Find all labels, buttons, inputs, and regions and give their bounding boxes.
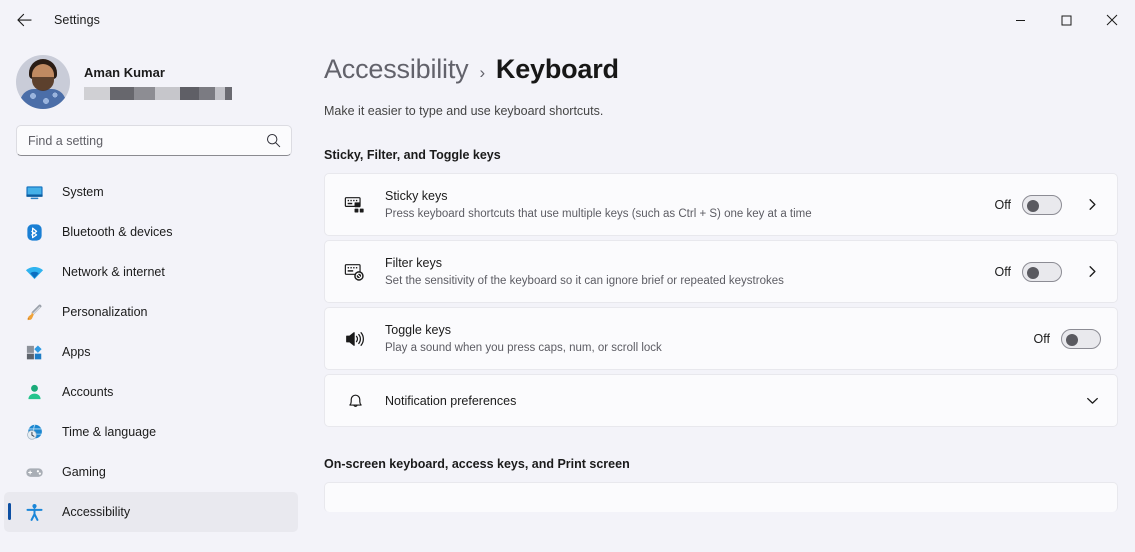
- sidebar-item-label: Time & language: [62, 425, 157, 439]
- back-arrow-icon: [16, 13, 32, 27]
- breadcrumb: Accessibility › Keyboard: [308, 40, 1135, 85]
- apps-icon: [24, 342, 44, 362]
- maximize-button[interactable]: [1043, 0, 1089, 40]
- toggle-state-label: Off: [994, 197, 1011, 212]
- minimize-button[interactable]: [997, 0, 1043, 40]
- setting-card-partial[interactable]: [324, 482, 1118, 512]
- speaker-icon: [339, 323, 371, 355]
- sidebar-item-label: Accounts: [62, 385, 114, 399]
- filter-keys-toggle[interactable]: [1022, 261, 1062, 282]
- chevron-right-icon[interactable]: [1083, 196, 1101, 214]
- sticky-keys-toggle[interactable]: [1022, 194, 1062, 215]
- sidebar-item-label: Accessibility: [62, 505, 131, 519]
- sidebar-item-label: System: [62, 185, 104, 199]
- card-title: Sticky keys: [385, 188, 448, 203]
- settings-window: Settings Aman Kumar Find a setting Syste…: [0, 0, 1135, 552]
- sidebar-item-gaming[interactable]: Gaming: [4, 452, 298, 492]
- user-profile[interactable]: Aman Kumar: [0, 40, 308, 112]
- globe-clock-icon: [24, 422, 44, 442]
- sidebar-item-label: Bluetooth & devices: [62, 225, 173, 239]
- card-title: Notification preferences: [385, 393, 517, 408]
- gamepad-icon: [24, 462, 44, 482]
- search-box[interactable]: [16, 125, 292, 156]
- filter-keys-icon: [339, 256, 371, 288]
- toggle-state-label: Off: [994, 264, 1011, 279]
- card-description: Press keyboard shortcuts that use multip…: [385, 207, 812, 220]
- avatar: [16, 55, 70, 109]
- toggle-keys-toggle[interactable]: [1061, 328, 1101, 349]
- sidebar-item-personalization[interactable]: Personalization: [4, 292, 298, 332]
- setting-card-filter-keys[interactable]: Filter keys Set the sensitivity of the k…: [324, 240, 1118, 303]
- sidebar: Aman Kumar Find a setting System Bluetoo…: [0, 40, 308, 552]
- minimize-icon: [1015, 19, 1025, 21]
- person-icon: [24, 382, 44, 402]
- setting-card-sticky-keys[interactable]: Sticky keys Press keyboard shortcuts tha…: [324, 173, 1118, 236]
- window-controls: [997, 0, 1135, 40]
- window-title: Settings: [54, 13, 100, 27]
- sidebar-nav: System Bluetooth & devices Network & int…: [0, 172, 308, 532]
- sidebar-item-system[interactable]: System: [4, 172, 298, 212]
- sidebar-item-label: Network & internet: [62, 265, 165, 279]
- sidebar-item-label: Gaming: [62, 465, 106, 479]
- settings-card-group: Sticky keys Press keyboard shortcuts tha…: [324, 173, 1118, 427]
- setting-card-notification-preferences[interactable]: Notification preferences: [324, 374, 1118, 427]
- breadcrumb-separator: ›: [479, 63, 485, 82]
- profile-email-redacted: [84, 86, 232, 100]
- card-description: Set the sensitivity of the keyboard so i…: [385, 274, 784, 287]
- search-area: [0, 112, 308, 156]
- bell-icon: [339, 385, 371, 417]
- sidebar-item-bluetooth-devices[interactable]: Bluetooth & devices: [4, 212, 298, 252]
- maximize-icon: [1061, 15, 1071, 25]
- close-button[interactable]: [1089, 0, 1135, 40]
- chevron-right-icon[interactable]: [1083, 263, 1101, 281]
- close-icon: [1106, 14, 1118, 26]
- accessibility-person-icon: [24, 502, 44, 522]
- search-input[interactable]: [17, 133, 291, 148]
- page-subtitle: Make it easier to type and use keyboard …: [324, 104, 604, 118]
- search-icon[interactable]: [266, 133, 281, 148]
- card-title: Toggle keys: [385, 322, 452, 337]
- bluetooth-icon: [24, 222, 44, 242]
- sidebar-item-accessibility[interactable]: Accessibility: [4, 492, 298, 532]
- section-heading-onscreen-keyboard: On-screen keyboard, access keys, and Pri…: [324, 457, 630, 471]
- card-title: Filter keys: [385, 255, 442, 270]
- sidebar-item-accounts[interactable]: Accounts: [4, 372, 298, 412]
- profile-name: Aman Kumar: [84, 64, 165, 80]
- sticky-keys-icon: [339, 189, 371, 221]
- title-bar: Settings: [0, 0, 1135, 40]
- page-title: Keyboard: [495, 54, 619, 84]
- wifi-icon: [24, 262, 44, 282]
- toggle-state-label: Off: [1033, 331, 1050, 346]
- sidebar-item-apps[interactable]: Apps: [4, 332, 298, 372]
- setting-card-toggle-keys[interactable]: Toggle keys Play a sound when you press …: [324, 307, 1118, 370]
- settings-card-group-partial: [324, 482, 1118, 512]
- back-button[interactable]: [6, 4, 42, 36]
- sidebar-item-network-internet[interactable]: Network & internet: [4, 252, 298, 292]
- section-heading-sticky-filter-toggle: Sticky, Filter, and Toggle keys: [324, 148, 501, 162]
- monitor-icon: [24, 182, 44, 202]
- breadcrumb-parent[interactable]: Accessibility: [324, 54, 469, 85]
- card-description: Play a sound when you press caps, num, o…: [385, 341, 662, 354]
- chevron-down-icon[interactable]: [1083, 392, 1101, 410]
- paintbrush-icon: [24, 302, 44, 322]
- sidebar-item-time-language[interactable]: Time & language: [4, 412, 298, 452]
- main-content: Accessibility › Keyboard Make it easier …: [308, 40, 1135, 552]
- sidebar-item-label: Apps: [62, 345, 91, 359]
- sidebar-item-label: Personalization: [62, 305, 148, 319]
